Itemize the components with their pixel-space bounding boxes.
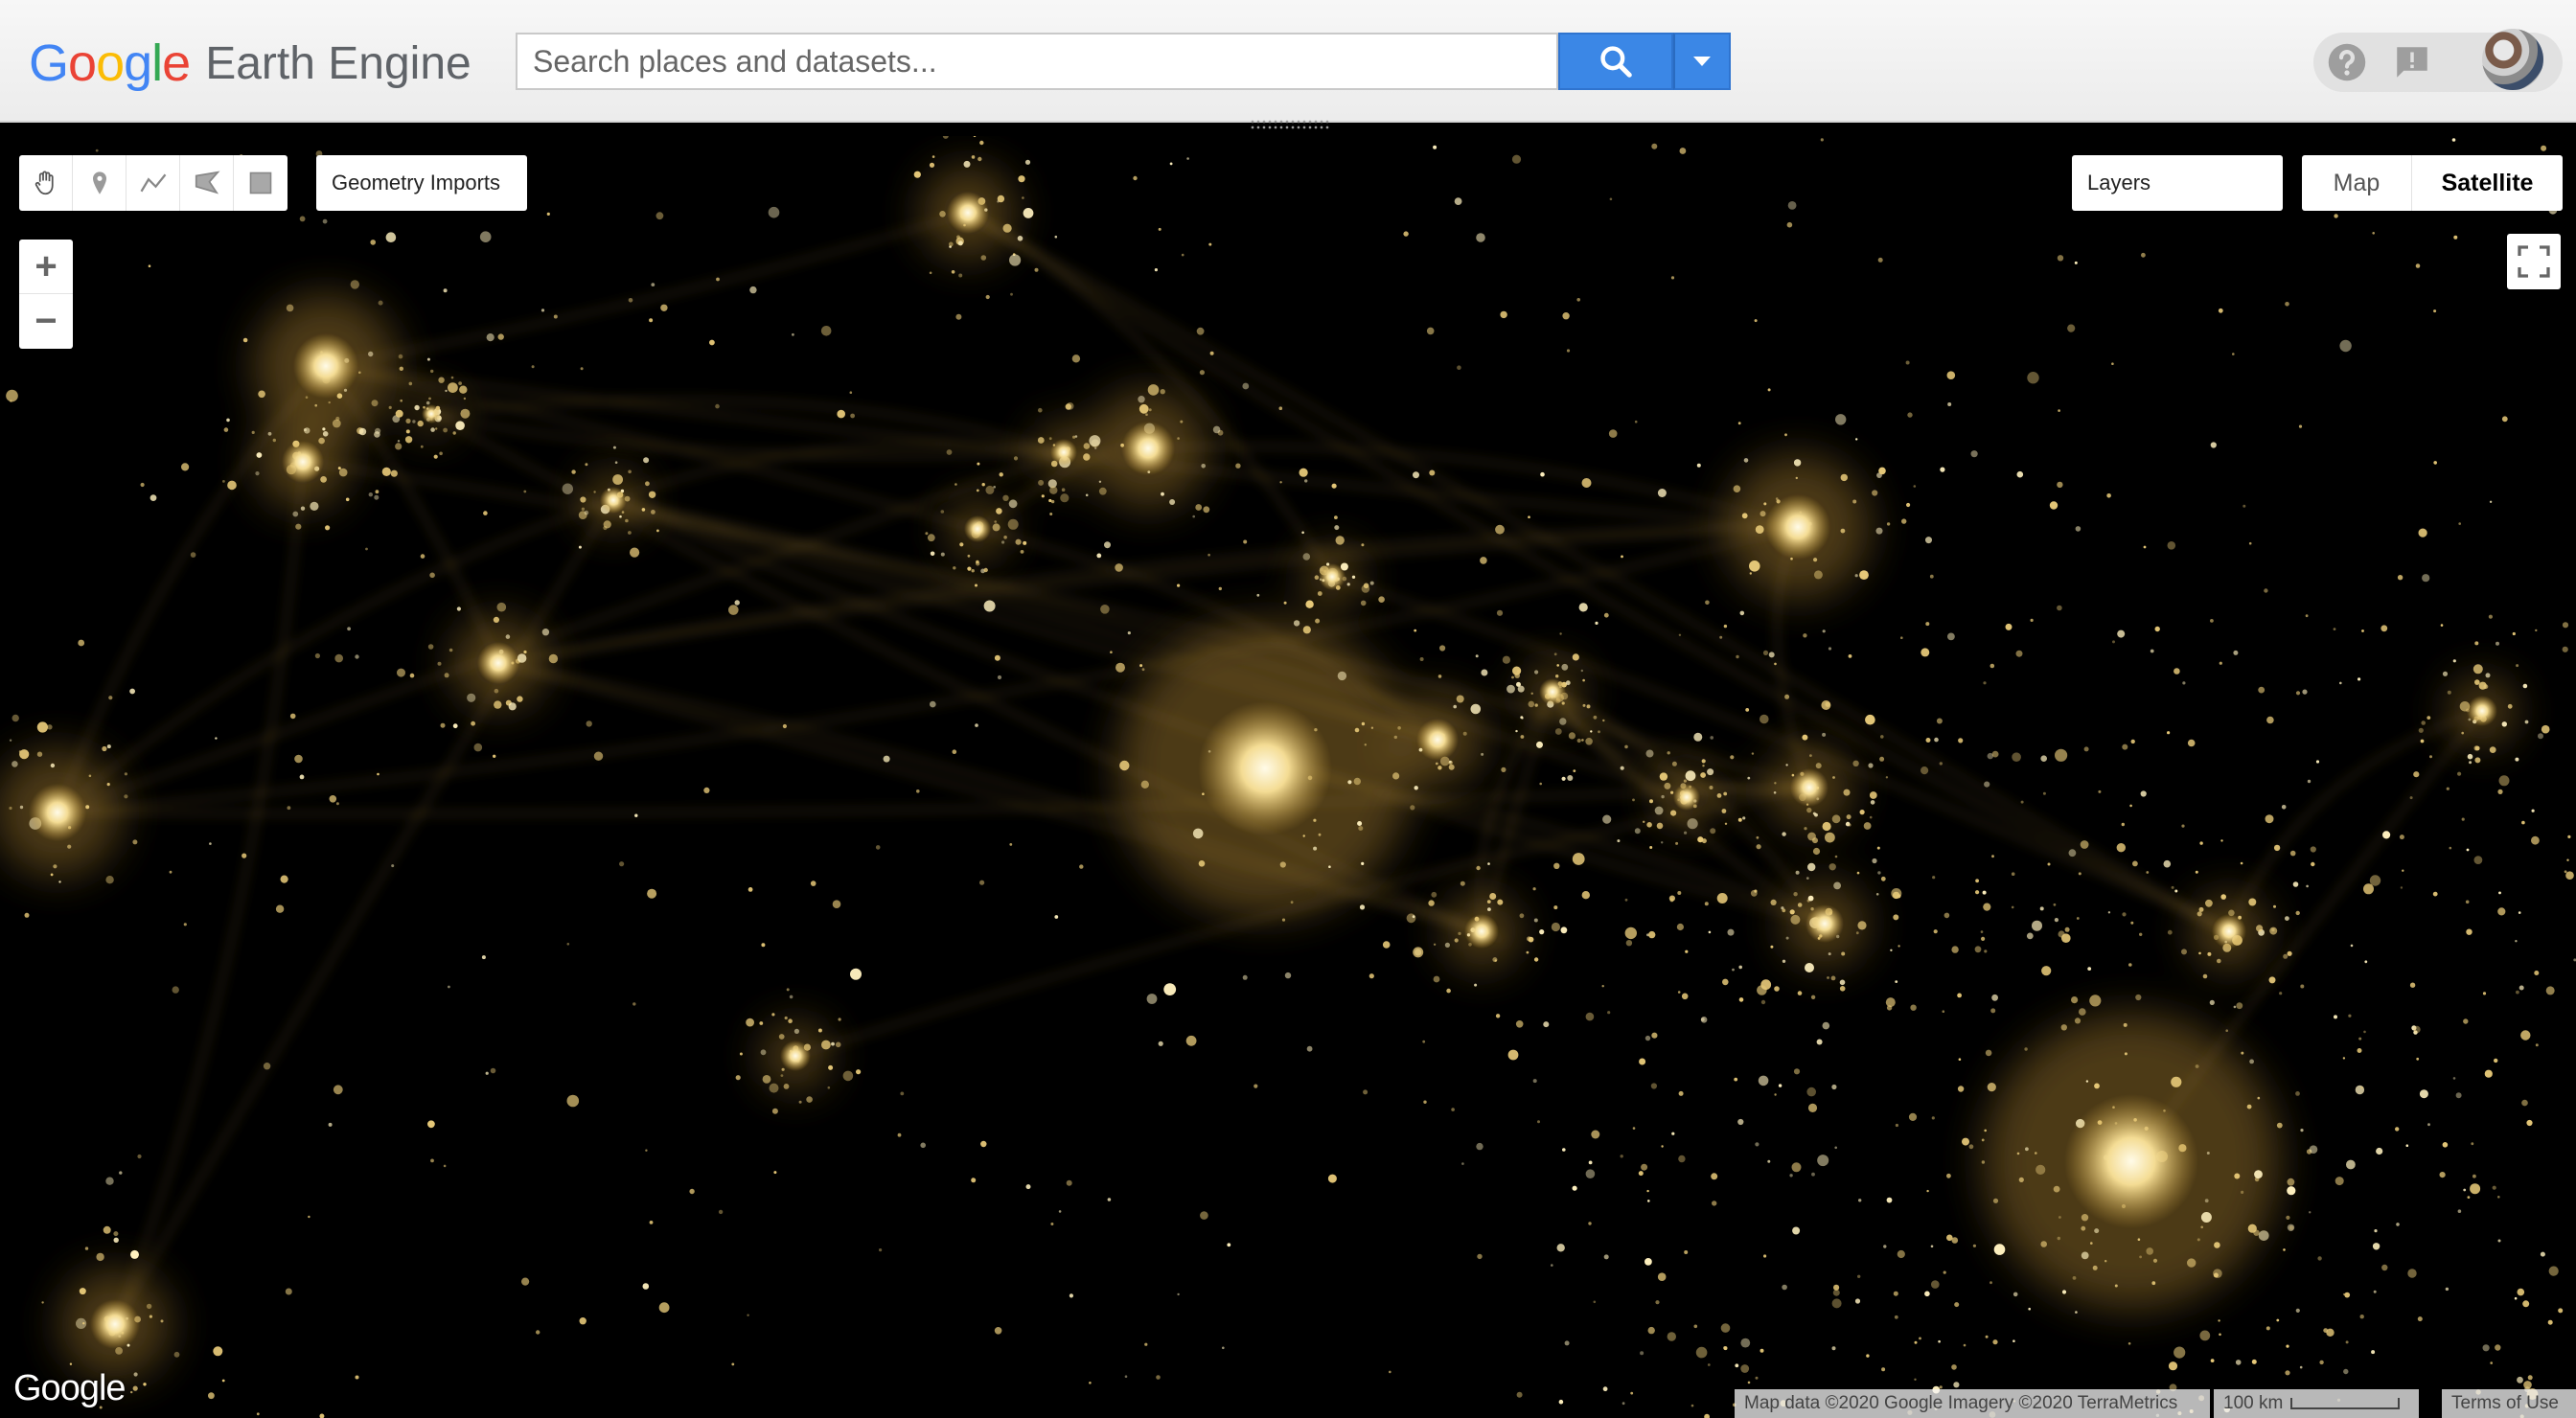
map-canvas[interactable]	[0, 136, 2576, 1418]
map-type-map-button[interactable]: Map	[2302, 155, 2412, 211]
terms-of-use-link[interactable]: Terms of Use	[2442, 1389, 2576, 1418]
caret-down-icon	[1693, 57, 1711, 66]
zoom-out-button[interactable]: −	[19, 294, 73, 348]
polygon-tool-button[interactable]	[180, 155, 234, 211]
google-wordmark: Google	[29, 34, 191, 92]
search-icon	[1600, 46, 1632, 78]
google-map-logo: Google	[13, 1368, 126, 1408]
drawing-toolbar	[19, 155, 288, 211]
hand-tool-button[interactable]	[19, 155, 73, 211]
google-earth-engine-logo[interactable]: Google Earth Engine	[29, 33, 472, 94]
map-attribution[interactable]: Map data ©2020 Google Imagery ©2020 Terr…	[1735, 1389, 2210, 1418]
product-name: Earth Engine	[205, 37, 472, 89]
panel-resize-handle[interactable]	[1250, 119, 1330, 130]
scale-indicator[interactable]: 100 km	[2214, 1389, 2419, 1418]
layers-button[interactable]: Layers	[2072, 155, 2283, 211]
search-options-button[interactable]	[1673, 33, 1731, 90]
map-type-toggle: Map Satellite	[2302, 155, 2563, 211]
fullscreen-button[interactable]	[2507, 234, 2561, 289]
avatar[interactable]	[2482, 29, 2543, 90]
zoom-control: + −	[19, 240, 73, 349]
polygon-tool-icon	[195, 171, 220, 194]
map-type-satellite-button[interactable]: Satellite	[2412, 155, 2563, 211]
line-tool-button[interactable]	[126, 155, 180, 211]
night-lights-imagery	[0, 136, 2576, 1418]
marker-tool-button[interactable]	[73, 155, 126, 211]
geometry-imports-button[interactable]: Geometry Imports	[316, 155, 527, 211]
scale-bar	[2290, 1398, 2401, 1409]
feedback-icon[interactable]	[2392, 42, 2432, 82]
rectangle-tool-icon	[249, 172, 272, 194]
search-input[interactable]	[516, 33, 1558, 90]
app-header: Google Earth Engine	[0, 0, 2576, 123]
search-button[interactable]	[1558, 33, 1673, 90]
zoom-in-button[interactable]: +	[19, 240, 73, 294]
marker-tool-icon	[92, 172, 106, 194]
fullscreen-icon	[2518, 245, 2550, 278]
scale-label: 100 km	[2223, 1393, 2284, 1413]
line-tool-icon	[140, 173, 166, 193]
rectangle-tool-button[interactable]	[234, 155, 288, 211]
help-icon[interactable]	[2327, 42, 2367, 82]
hand-tool-icon	[34, 171, 54, 195]
